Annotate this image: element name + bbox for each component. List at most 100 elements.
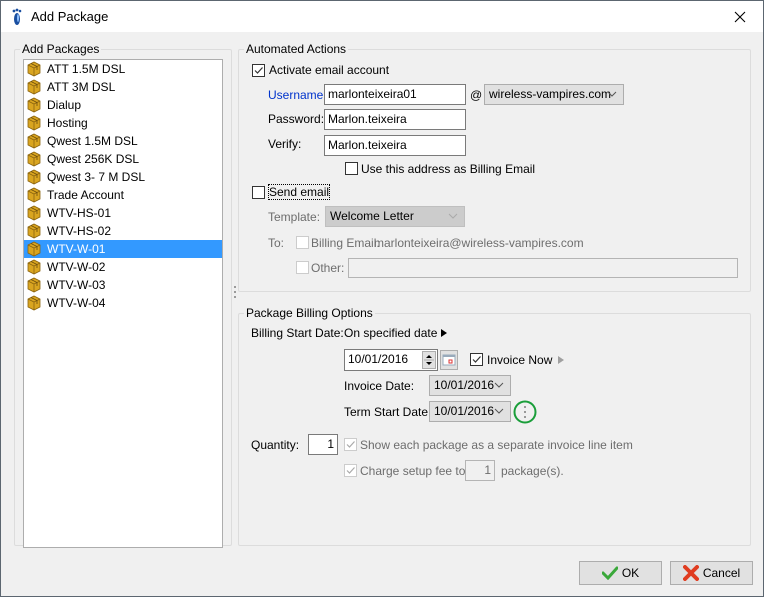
package-list-item[interactable]: WTV-W-02 [24, 258, 222, 276]
package-box-icon [27, 241, 41, 257]
chevron-down-icon [448, 213, 458, 219]
charge-setup-checkbox[interactable] [344, 464, 357, 477]
username-input[interactable]: marlonteixeira01 [324, 84, 466, 105]
package-box-icon [27, 223, 41, 239]
term-options-highlight[interactable] [513, 400, 537, 424]
template-label: Template: [268, 210, 321, 224]
close-button[interactable] [717, 1, 763, 32]
term-start-label: Term Start Date: [344, 405, 432, 419]
invoice-date-dropdown[interactable]: 10/01/2016 [429, 375, 511, 396]
use-as-billing-label[interactable]: Use this address as Billing Email [361, 162, 535, 176]
cancel-button[interactable]: Cancel [670, 561, 753, 585]
package-label: ATT 1.5M DSL [47, 62, 126, 76]
billing-options-group: Package Billing Options [238, 306, 751, 546]
checkmark-icon [254, 67, 263, 74]
activate-email-label[interactable]: Activate email account [269, 63, 389, 77]
package-list-item[interactable]: Dialup [24, 96, 222, 114]
password-input[interactable]: Marlon.teixeira [324, 109, 466, 130]
package-box-icon [27, 259, 41, 275]
title-bar: Add Package [1, 1, 763, 32]
separate-line-item-checkbox[interactable] [344, 438, 357, 451]
close-icon [734, 11, 746, 22]
package-list-item[interactable]: WTV-HS-02 [24, 222, 222, 240]
quantity-input[interactable]: 1 [308, 434, 338, 455]
automated-actions-title: Automated Actions [244, 42, 349, 56]
calendar-button[interactable] [440, 350, 458, 370]
date-spinner[interactable] [422, 351, 436, 369]
package-label: WTV-W-03 [47, 278, 106, 292]
package-list-item[interactable]: WTV-HS-01 [24, 204, 222, 222]
package-label: WTV-HS-02 [47, 224, 112, 238]
billing-email-checkbox[interactable] [296, 236, 309, 249]
package-box-icon [27, 295, 41, 311]
package-label: Qwest 3- 7 M DSL [47, 170, 146, 184]
invoice-now-label[interactable]: Invoice Now [487, 353, 552, 367]
package-list-item[interactable]: WTV-W-01 [24, 240, 222, 258]
template-value: Welcome Letter [330, 209, 414, 223]
other-label: Other: [311, 261, 345, 275]
package-label: ATT 3M DSL [47, 80, 116, 94]
send-email-label[interactable]: Send email [267, 184, 331, 200]
package-box-icon [27, 115, 41, 131]
package-list-item[interactable]: Trade Account [24, 186, 222, 204]
package-label: Dialup [47, 98, 82, 112]
package-label: WTV-W-04 [47, 296, 106, 310]
package-list-item[interactable]: ATT 3M DSL [24, 78, 222, 96]
template-dropdown[interactable]: Welcome Letter [325, 206, 465, 227]
spinner-arrows-icon [424, 355, 434, 365]
checkmark-green-icon [601, 566, 618, 580]
billing-start-label: Billing Start Date: [251, 326, 344, 340]
package-list-item[interactable]: Qwest 1.5M DSL [24, 132, 222, 150]
package-box-icon [27, 151, 41, 167]
charge-setup-input[interactable]: 1 [465, 460, 495, 481]
packages-list[interactable]: ATT 1.5M DSL ATT 3M DSL Dialup Hosting Qwest… [23, 59, 223, 548]
billing-start-value[interactable]: On specified date [344, 326, 437, 340]
verify-input[interactable]: Marlon.teixeira [324, 135, 466, 156]
domain-dropdown[interactable]: wireless-vampires.com [484, 84, 624, 105]
package-box-icon [27, 97, 41, 113]
other-input[interactable] [348, 258, 738, 278]
package-list-item[interactable]: WTV-W-03 [24, 276, 222, 294]
invoice-date-value: 10/01/2016 [434, 378, 495, 392]
package-list-item[interactable]: Hosting [24, 114, 222, 132]
domain-value: wireless-vampires.com [489, 87, 612, 101]
send-email-checkbox[interactable] [252, 186, 265, 199]
password-label: Password: [268, 112, 325, 126]
billing-options-title: Package Billing Options [244, 306, 375, 320]
chevron-down-icon [494, 382, 504, 388]
billing-start-menu-arrow[interactable] [441, 329, 447, 337]
package-box-icon [27, 277, 41, 293]
package-list-item[interactable]: WTV-W-04 [24, 294, 222, 312]
package-box-icon [27, 61, 41, 77]
ok-button[interactable]: OK [579, 561, 662, 585]
checkmark-icon [346, 467, 355, 474]
invoice-now-checkbox[interactable] [470, 353, 483, 366]
package-box-icon [27, 205, 41, 221]
quantity-label: Quantity: [251, 438, 300, 452]
package-list-item[interactable]: Qwest 3- 7 M DSL [24, 168, 222, 186]
package-label: WTV-W-02 [47, 260, 106, 274]
term-start-dropdown[interactable]: 10/01/2016 [429, 401, 511, 422]
use-as-billing-checkbox[interactable] [345, 162, 358, 175]
separate-line-item-label: Show each package as a separate invoice … [360, 438, 633, 452]
package-list-item[interactable]: Qwest 256K DSL [24, 150, 222, 168]
billing-email-label: Billing Email: [311, 236, 380, 250]
package-list-item[interactable]: ATT 1.5M DSL [24, 60, 222, 78]
term-start-value: 10/01/2016 [434, 404, 495, 418]
verify-label: Verify: [268, 137, 302, 151]
charge-setup-label: Charge setup fee to [360, 464, 466, 478]
invoice-now-menu-arrow[interactable] [558, 356, 564, 364]
to-label: To: [268, 236, 285, 250]
package-label: Qwest 1.5M DSL [47, 134, 138, 148]
chevron-down-icon [494, 408, 504, 414]
other-checkbox[interactable] [296, 261, 309, 274]
package-box-icon [27, 79, 41, 95]
cancel-x-icon [682, 565, 699, 581]
checkmark-icon [346, 441, 355, 448]
at-sign: @ [470, 88, 483, 102]
package-label: Qwest 256K DSL [47, 152, 140, 166]
package-label: WTV-W-01 [47, 242, 106, 256]
footprint-icon [12, 8, 22, 25]
activate-email-checkbox[interactable] [252, 64, 265, 77]
billing-email-value: marlonteixeira@wireless-vampires.com [374, 236, 584, 250]
